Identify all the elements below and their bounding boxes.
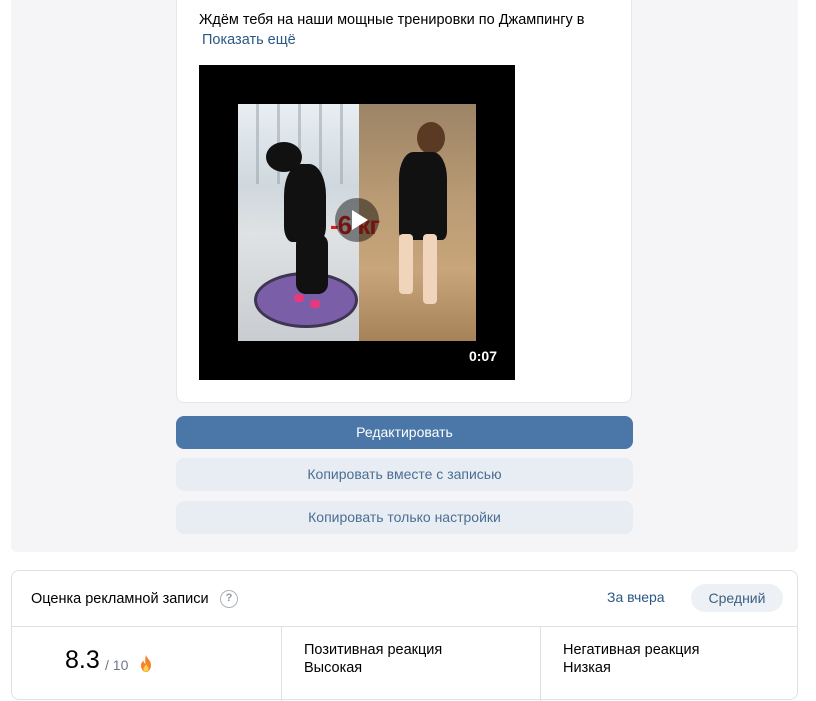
ad-rating-card: Оценка рекламной записи ? За вчера Средн…	[11, 570, 798, 701]
post-preview-card: Ждём тебя на наши мощные тренировки по Д…	[176, 0, 632, 403]
period-average-pill[interactable]: Средний	[691, 584, 783, 612]
post-text: Ждём тебя на наши мощные тренировки по Д…	[199, 12, 585, 28]
fire-icon	[141, 655, 151, 672]
help-icon[interactable]: ?	[220, 590, 238, 608]
video-duration: 0:07	[468, 348, 497, 364]
play-icon[interactable]	[335, 198, 379, 242]
negative-reaction-label: Негативная реакция	[563, 642, 700, 658]
period-yesterday-link[interactable]: За вчера	[607, 589, 665, 605]
show-more-link[interactable]: Показать ещё	[202, 32, 296, 48]
video-player[interactable]: -6 кг 0:07	[199, 65, 515, 380]
copy-settings-button[interactable]: Копировать только настройки	[176, 501, 633, 534]
divider	[540, 627, 541, 701]
divider	[281, 627, 282, 701]
rating-title: Оценка рекламной записи	[31, 591, 209, 607]
positive-reaction-label: Позитивная реакция	[304, 642, 443, 658]
copy-with-post-button[interactable]: Копировать вместе с записью	[176, 458, 633, 491]
negative-reaction-value: Низкая	[563, 660, 611, 676]
rating-score-max: / 10	[105, 657, 129, 673]
rating-score: 8.3	[65, 646, 100, 674]
edit-button[interactable]: Редактировать	[176, 416, 633, 449]
positive-reaction-value: Высокая	[304, 660, 363, 676]
divider	[12, 626, 797, 627]
